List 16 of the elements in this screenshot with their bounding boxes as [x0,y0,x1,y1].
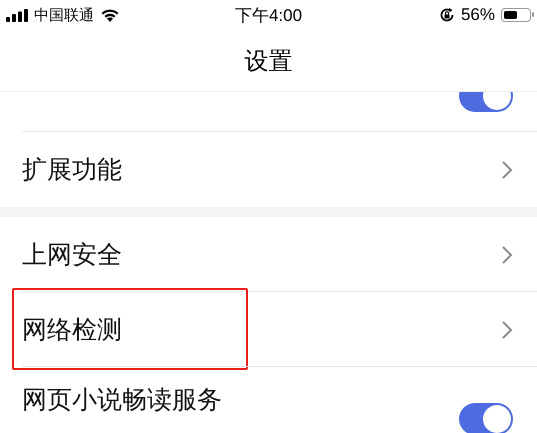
chevron-right-icon [501,320,513,340]
toggle-switch[interactable] [459,403,513,433]
carrier-name: 中国联通 [34,6,94,24]
battery-percentage: 56% [460,5,495,25]
setting-label[interactable]: 上网安全 [22,238,122,271]
status-time: 下午4:00 [234,4,302,26]
chevron-right-icon [501,160,513,180]
setting-label[interactable]: 网络检测 [22,313,122,346]
setting-label[interactable]: 网页小说畅读服务 [22,383,222,416]
signal-icon [6,8,28,22]
setting-label[interactable]: 扩展功能 [22,153,122,186]
page-title: 设置 [244,46,292,76]
rotation-lock-icon [438,7,455,23]
wifi-icon [100,8,120,22]
chevron-right-icon [501,244,513,264]
battery-icon [501,8,531,22]
